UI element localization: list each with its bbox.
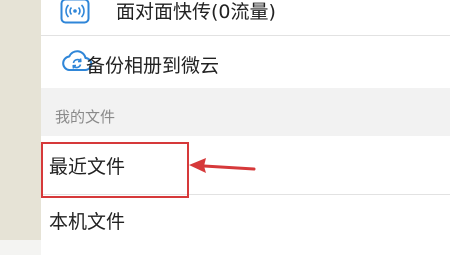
- annotation-arrow: [189, 158, 256, 173]
- menu-panel: 面对面快传(0流量) 备份相册到微云 我的文件 最近文件 本机文件: [41, 0, 450, 255]
- menu-item-face-to-face-transfer[interactable]: 面对面快传(0流量): [41, 0, 450, 34]
- section-header-my-files: 我的文件: [41, 88, 450, 136]
- menu-item-label: 备份相册到微云: [86, 55, 220, 77]
- menu-item-local-files[interactable]: 本机文件: [41, 195, 450, 255]
- menu-item-backup-album[interactable]: 备份相册到微云: [41, 36, 450, 88]
- highlight-box: [41, 142, 189, 198]
- section-header-label: 我的文件: [55, 108, 116, 126]
- menu-item-label: 面对面快传(0流量): [116, 1, 276, 23]
- menu-item-label: 本机文件: [49, 211, 126, 233]
- wifi-signal-icon: [60, 0, 90, 28]
- background-strip: [0, 0, 41, 240]
